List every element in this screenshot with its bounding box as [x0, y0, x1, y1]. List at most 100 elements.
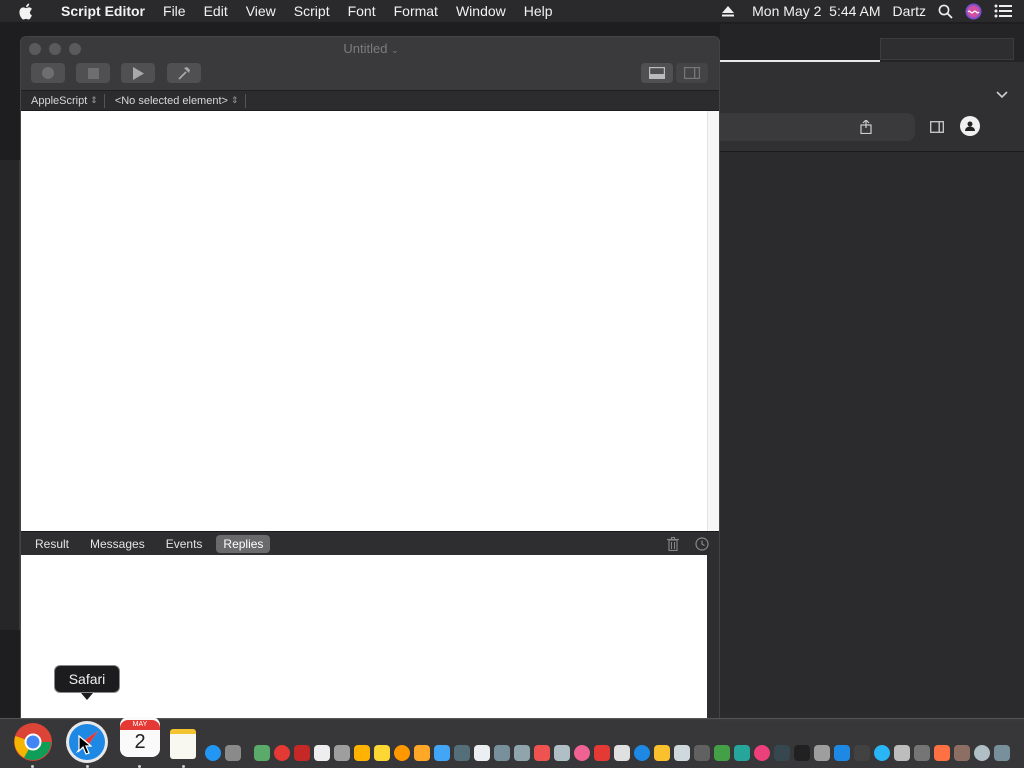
system-preferences-dock-icon[interactable]: [225, 745, 241, 761]
disk-utility-dock-icon[interactable]: [814, 745, 830, 761]
menu-window[interactable]: Window: [447, 3, 515, 19]
keychain-dock-icon[interactable]: [954, 745, 970, 761]
app-store-dock-icon[interactable]: [205, 745, 221, 761]
mouse-cursor-icon: [78, 735, 92, 755]
element-selector[interactable]: <No selected element> ⇕: [105, 95, 239, 107]
log-output-area[interactable]: [21, 555, 707, 719]
show-log-button[interactable]: [641, 63, 673, 83]
menu-script[interactable]: Script: [285, 3, 339, 19]
chess-dock-icon[interactable]: [394, 745, 410, 761]
history-clock-icon[interactable]: [695, 537, 709, 551]
play-icon: [133, 66, 144, 80]
hammer-icon: [178, 67, 190, 80]
sidebar-toggle-icon[interactable]: [930, 120, 944, 138]
siri-icon[interactable]: [965, 3, 982, 20]
chrome-dock-icon[interactable]: [12, 721, 54, 763]
share-icon[interactable]: [860, 119, 872, 139]
keyboard-dock-icon[interactable]: [854, 745, 870, 761]
calendar-dock-icon[interactable]: MAY 2: [120, 717, 160, 757]
dictionary-dock-icon[interactable]: [534, 745, 550, 761]
migration-dock-icon[interactable]: [894, 745, 910, 761]
record-button[interactable]: [31, 63, 65, 83]
menu-font[interactable]: Font: [339, 3, 385, 19]
photos-dock-icon[interactable]: [574, 745, 590, 761]
compile-button[interactable]: [167, 63, 201, 83]
time-machine-dock-icon[interactable]: [974, 745, 990, 761]
run-button[interactable]: [121, 63, 155, 83]
stop-icon: [87, 67, 99, 79]
pages-dock-icon[interactable]: [474, 745, 490, 761]
menu-edit[interactable]: Edit: [195, 3, 237, 19]
messages-dock-icon[interactable]: [714, 745, 730, 761]
log-tab-bar: Result Messages Events Replies: [21, 531, 719, 555]
notes-dock-icon[interactable]: [170, 729, 196, 759]
sketch-dock-icon[interactable]: [934, 745, 950, 761]
script-scrollbar[interactable]: [707, 111, 719, 531]
menubar-user[interactable]: Dartz: [893, 3, 926, 19]
image-capture-dock-icon[interactable]: [694, 745, 710, 761]
background-window-bottom: [720, 700, 1000, 714]
finder-docs-dock-icon[interactable]: [674, 745, 690, 761]
menu-bar: Script Editor File Edit View Script Font…: [0, 0, 1024, 22]
preview-dock-icon[interactable]: [434, 745, 450, 761]
window-title[interactable]: Untitled ⌄: [21, 41, 719, 56]
menu-file[interactable]: File: [154, 3, 195, 19]
folder-dock-icon[interactable]: [654, 745, 670, 761]
trash-icon[interactable]: [667, 537, 679, 551]
menu-help[interactable]: Help: [515, 3, 562, 19]
trash-dock-icon[interactable]: [994, 745, 1010, 761]
tab-messages[interactable]: Messages: [83, 535, 152, 553]
safari-toolbar: [720, 62, 1024, 152]
background-tab[interactable]: [880, 38, 1014, 60]
chevron-down-icon: ⌄: [391, 45, 399, 55]
background-safari-window[interactable]: [720, 62, 1024, 722]
show-inspector-button[interactable]: [676, 63, 708, 83]
stop-button[interactable]: [76, 63, 110, 83]
home-dock-icon[interactable]: [414, 745, 430, 761]
activity-monitor-dock-icon[interactable]: [774, 745, 790, 761]
control-center-icon[interactable]: [994, 4, 1012, 18]
news-dock-icon[interactable]: [274, 745, 290, 761]
grapher-dock-icon[interactable]: [354, 745, 370, 761]
tooltip-text: Safari: [68, 671, 106, 687]
chevron-down-icon[interactable]: [996, 86, 1008, 104]
spotlight-search-icon[interactable]: [938, 4, 953, 19]
acrobat-dock-icon[interactable]: [594, 745, 610, 761]
textedit-dock-icon[interactable]: [314, 745, 330, 761]
calendar-day: 2: [134, 731, 146, 753]
screenshot-dock-icon[interactable]: [554, 745, 570, 761]
apple-menu-icon[interactable]: [18, 3, 38, 20]
browser-dock-icon[interactable]: [634, 745, 650, 761]
music-dock-icon[interactable]: [754, 745, 770, 761]
notes-small-dock-icon[interactable]: [614, 745, 630, 761]
tab-result[interactable]: Result: [28, 535, 76, 553]
log-scrollbar[interactable]: [707, 555, 719, 719]
photo-booth-dock-icon[interactable]: [294, 745, 310, 761]
menu-format[interactable]: Format: [385, 3, 447, 19]
navigation-bar: AppleScript ⇕ <No selected element> ⇕: [21, 91, 719, 111]
wifi-dock-icon[interactable]: [874, 745, 890, 761]
instruments-dock-icon[interactable]: [494, 745, 510, 761]
tab-events[interactable]: Events: [159, 535, 210, 553]
tab-replies[interactable]: Replies: [216, 534, 271, 553]
terminal-dock-icon[interactable]: [794, 745, 810, 761]
script-text-area[interactable]: [21, 111, 707, 531]
maps-dock-icon[interactable]: [254, 745, 270, 761]
automator-dock-icon[interactable]: [334, 745, 350, 761]
bluetooth-dock-icon[interactable]: [834, 745, 850, 761]
profile-icon[interactable]: [960, 116, 980, 136]
books-dock-icon[interactable]: [374, 745, 390, 761]
menu-app-name[interactable]: Script Editor: [52, 3, 154, 19]
font-book-dock-icon[interactable]: [514, 745, 530, 761]
safari-address-bar[interactable]: [720, 113, 915, 141]
menubar-clock[interactable]: Mon May 2 5:44 AM: [752, 3, 880, 19]
dock-tooltip: Safari: [54, 665, 120, 700]
updown-arrows-icon: ⇕: [90, 95, 98, 105]
eject-icon[interactable]: [722, 5, 735, 17]
facetime-dock-icon[interactable]: [734, 745, 750, 761]
calculator-dock-icon[interactable]: [914, 745, 930, 761]
calendar-month: MAY: [120, 720, 160, 730]
menu-view[interactable]: View: [237, 3, 285, 19]
script-editor-dock-icon[interactable]: [454, 745, 470, 761]
language-selector[interactable]: AppleScript ⇕: [21, 95, 98, 107]
